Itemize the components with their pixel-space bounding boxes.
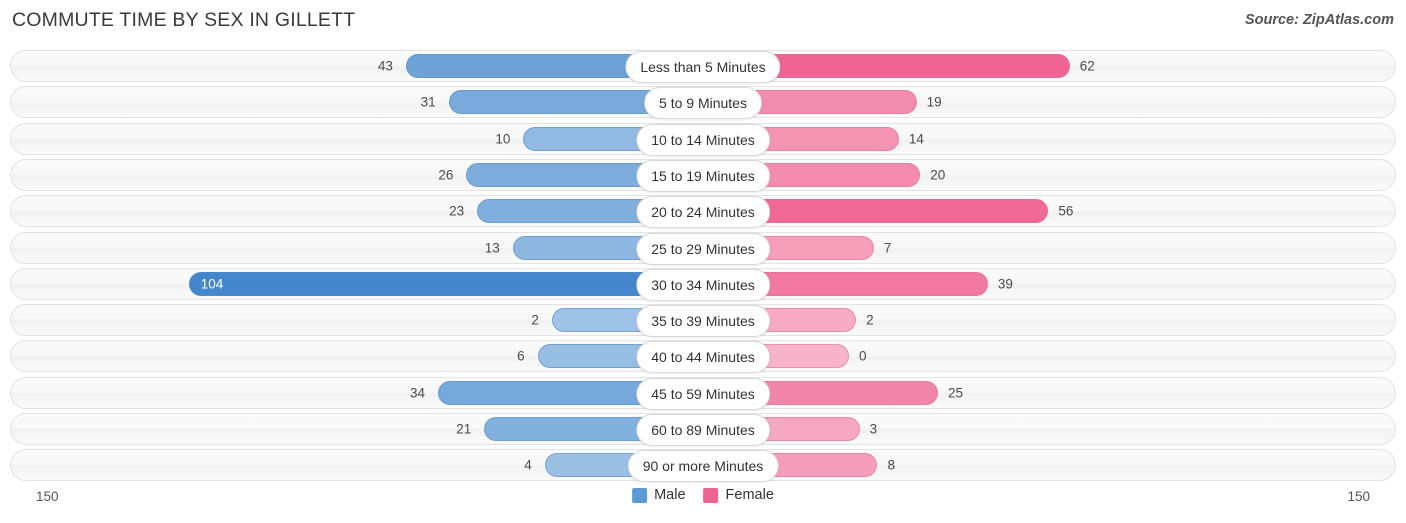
category-label: Less than 5 Minutes	[625, 51, 781, 83]
row-inner: 34 25 45 to 59 Minutes	[11, 377, 1395, 410]
row-inner: 10 14 10 to 14 Minutes	[11, 123, 1395, 156]
legend-label-male: Male	[654, 487, 686, 503]
value-label-female: 56	[1058, 203, 1074, 219]
value-label-female: 39	[997, 276, 1013, 292]
category-label: 10 to 14 Minutes	[636, 123, 770, 156]
category-label: 35 to 39 Minutes	[636, 305, 770, 338]
axis-label-left: 150	[36, 489, 59, 504]
chart-row[interactable]: 21 3 60 to 89 Minutes	[10, 413, 1396, 446]
axis-label-right: 150	[1347, 489, 1370, 504]
legend-swatch-male-icon	[632, 487, 648, 503]
category-label: 60 to 89 Minutes	[636, 414, 770, 446]
chart-row[interactable]: 6 0 40 to 44 Minutes	[10, 340, 1396, 374]
chart-row[interactable]: 34 25 45 to 59 Minutes	[10, 376, 1396, 410]
category-label: 20 to 24 Minutes	[636, 196, 770, 229]
legend-label-female: Female	[725, 487, 774, 503]
row-inner: 23 56 20 to 24 Minutes	[11, 196, 1395, 229]
row-inner: 13 7 25 to 29 Minutes	[11, 232, 1395, 265]
value-label-male: 34	[409, 385, 425, 401]
row-inner: 4 8 90 or more Minutes	[11, 450, 1395, 483]
value-label-female: 19	[926, 94, 942, 110]
row-inner: 104 39 30 to 34 Minutes	[11, 268, 1395, 301]
value-label-male: 26	[438, 167, 454, 183]
value-label-male: 104	[200, 276, 224, 292]
chart-row[interactable]: 43 62 Less than 5 Minutes	[10, 50, 1396, 83]
value-label-female: 62	[1079, 58, 1095, 74]
category-label: 40 to 44 Minutes	[636, 341, 770, 374]
value-label-male: 2	[531, 312, 539, 328]
value-label-female: 7	[883, 240, 892, 255]
category-label: 90 or more Minutes	[627, 450, 779, 483]
category-label: 45 to 59 Minutes	[636, 377, 770, 410]
chart-row[interactable]: 23 56 20 to 24 Minutes	[10, 195, 1396, 229]
value-label-male: 10	[495, 131, 511, 147]
value-label-male: 6	[517, 348, 525, 364]
row-inner: 21 3 60 to 89 Minutes	[11, 414, 1395, 446]
chart-row[interactable]: 10 14 10 to 14 Minutes	[10, 122, 1396, 156]
chart-row[interactable]: 26 20 15 to 19 Minutes	[10, 158, 1396, 192]
value-label-female: 8	[887, 457, 895, 473]
value-label-female: 20	[930, 167, 946, 183]
row-inner: 2 2 35 to 39 Minutes	[11, 305, 1395, 338]
chart-container: COMMUTE TIME BY SEX IN GILLETT Source: Z…	[0, 0, 1406, 523]
category-label: 30 to 34 Minutes	[636, 268, 770, 301]
value-label-male: 13	[484, 240, 500, 255]
source-credit: Source: ZipAtlas.com	[1244, 12, 1394, 28]
chart-row[interactable]: 104 39 30 to 34 Minutes	[10, 267, 1396, 301]
legend: Male Female	[632, 487, 774, 503]
row-inner: 6 0 40 to 44 Minutes	[11, 341, 1395, 374]
legend-item-female[interactable]: Female	[703, 487, 774, 503]
legend-swatch-female-icon	[703, 487, 719, 503]
plot-area: 43 62 Less than 5 Minutes 31 19 5 to 9 Minute…	[0, 50, 1406, 486]
bar-male[interactable]	[188, 271, 704, 296]
row-inner: 31 19 5 to 9 Minutes	[11, 87, 1395, 120]
value-label-female: 0	[859, 348, 867, 364]
chart-row[interactable]: 31 19 5 to 9 Minutes	[10, 86, 1396, 120]
value-label-female: 3	[869, 421, 878, 437]
value-label-male: 23	[449, 203, 465, 219]
chart-row[interactable]: 2 2 35 to 39 Minutes	[10, 304, 1396, 338]
category-label: 5 to 9 Minutes	[644, 87, 762, 120]
category-label: 25 to 29 Minutes	[636, 232, 770, 265]
value-label-male: 31	[420, 94, 436, 110]
value-label-female: 25	[948, 385, 964, 401]
row-inner: 43 62 Less than 5 Minutes	[11, 51, 1395, 83]
row-inner: 26 20 15 to 19 Minutes	[11, 159, 1395, 192]
page-title: COMMUTE TIME BY SEX IN GILLETT	[12, 9, 356, 31]
value-label-female: 2	[866, 312, 874, 328]
chart-row[interactable]: 13 7 25 to 29 Minutes	[10, 231, 1396, 265]
chart-row[interactable]: 4 8 90 or more Minutes	[10, 449, 1396, 483]
value-label-male: 4	[524, 457, 532, 473]
value-label-male: 43	[377, 58, 393, 74]
category-label: 15 to 19 Minutes	[636, 159, 770, 192]
legend-item-male[interactable]: Male	[632, 487, 686, 503]
value-label-female: 14	[908, 131, 924, 147]
value-label-male: 21	[456, 421, 472, 437]
